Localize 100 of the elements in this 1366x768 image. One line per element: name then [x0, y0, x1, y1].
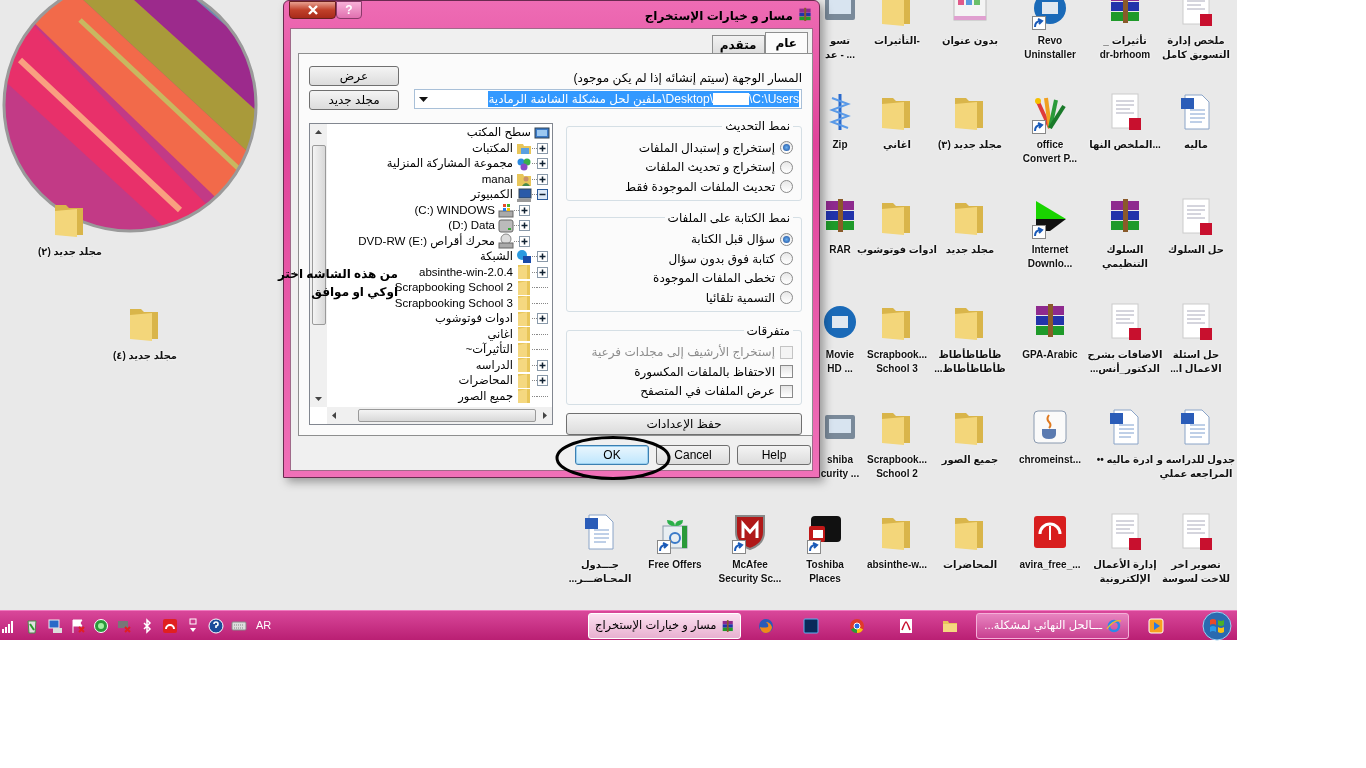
desktop-icon-label[interactable]: ادوات فوتوشوب [857, 243, 937, 257]
network-computer-icon[interactable] [47, 617, 63, 634]
expand-icon[interactable] [537, 266, 548, 278]
expand-icon[interactable] [537, 375, 548, 387]
dialog-button[interactable]: OK [575, 445, 649, 465]
desktop-icon-label[interactable]: مجلد جديد (٣) [937, 138, 1003, 152]
desktop-icon-label[interactable]: absinthe-w... [866, 558, 928, 572]
desktop-icon-label[interactable]: Toshiba Places [806, 558, 844, 586]
desktop-icon-label[interactable]: جميع الصور [941, 453, 999, 467]
radio-button[interactable] [780, 232, 793, 246]
desktop-icon-label[interactable]: Scrapbook... School 2 [867, 453, 927, 481]
language-indicator[interactable]: AR [256, 617, 272, 634]
expand-icon[interactable] [519, 204, 530, 216]
tree-item[interactable]: absinthe-win-2.0.4 [419, 263, 513, 281]
radio-button[interactable] [780, 160, 793, 174]
help-circle-icon[interactable] [208, 617, 224, 634]
desktop-icon-label[interactable]: office Convert P... [1022, 138, 1078, 166]
expand-icon[interactable] [537, 173, 548, 185]
tree-item[interactable]: ادوات فوتوشوب [434, 310, 513, 328]
desktop-icon-label[interactable]: McAfee Security Sc... [718, 558, 782, 586]
ring-icon[interactable] [93, 617, 109, 634]
collapse-icon[interactable] [537, 189, 548, 201]
desktop-icon-label[interactable]: Zip [832, 138, 848, 152]
folder-tree[interactable] [309, 123, 553, 425]
expand-icon[interactable] [537, 142, 548, 154]
expand-icon[interactable] [537, 158, 548, 170]
tree-item[interactable]: مجموعة المشاركة المنزلية [386, 155, 513, 173]
cup-icon[interactable] [1030, 407, 1070, 447]
desktop-icon-label[interactable]: ملخص إدارة التسويق كامل [1162, 34, 1230, 62]
tab[interactable]: عام [764, 32, 808, 53]
save-settings-button[interactable]: حفظ الإعدادات [566, 413, 802, 435]
desktop-icon-label[interactable]: تصوير اخر للاخت لسوسة [1162, 558, 1230, 586]
tree-item[interactable]: سطح المكتب [466, 124, 531, 142]
close-button[interactable] [289, 1, 336, 19]
desktop-icon-label[interactable]: مجلد جديد [945, 243, 995, 257]
view-button[interactable]: عرض [309, 66, 399, 86]
desktop-icon-label[interactable]: بدون عنوان [941, 34, 999, 48]
desktop-icon-label[interactable]: السلوك التنظيمي [1102, 243, 1148, 271]
recycle-bin-icon[interactable] [24, 617, 40, 634]
expand-icon[interactable] [537, 313, 548, 325]
taskbar-button[interactable]: ـــالحل النهائي لمشكلة... [976, 612, 1129, 639]
folder-icon [516, 295, 532, 312]
radio-button[interactable] [780, 180, 793, 194]
flag-error-icon[interactable] [70, 617, 86, 634]
desktop-icon-label[interactable]: حل السلوك [1168, 243, 1224, 257]
radio-button[interactable] [780, 271, 793, 285]
desktop-icon-label[interactable]: GPA-Arabic [1022, 348, 1078, 362]
desktop-icon-label[interactable]: Internet Downlo... [1027, 243, 1073, 271]
tree-item[interactable]: المحاضرات [458, 372, 513, 390]
tree-item[interactable]: manal [481, 170, 513, 188]
dialog-button[interactable]: Cancel [656, 445, 730, 465]
expand-icon[interactable] [537, 251, 548, 263]
horizontal-scrollbar[interactable] [327, 407, 552, 424]
desktop-icon-label[interactable]: Revo Uninstaller [1024, 34, 1076, 62]
desktop-icon-label[interactable]: shiba curity ... [820, 453, 860, 481]
radio-button[interactable] [780, 252, 793, 266]
tree-item[interactable]: محرك أقراص DVD-RW (E:) [358, 232, 495, 250]
desktop-icon-label[interactable]: حل اسئلة الاعمال ا... [1170, 348, 1222, 376]
desktop-icon-label[interactable]: جـــدول المحـاضـــر... [568, 558, 632, 586]
desktop-icon-label[interactable]: إدارة الأعمال الإلكترونية [1093, 558, 1157, 586]
desktop-icon-label[interactable]: اغاني [883, 138, 911, 152]
tree-item[interactable]: الشبكة [480, 248, 513, 266]
desktop-icon-label[interactable]: تأثيرات _ dr-brhoom [1099, 34, 1151, 62]
desktop-icon-label[interactable]: ماليه [1184, 138, 1208, 152]
desktop-icon-label[interactable]: Movie HD ... [825, 348, 855, 376]
desktop-icon-label[interactable]: Scrapbook... School 3 [867, 348, 927, 376]
tree-item[interactable]: (C:) WINDOWS [414, 201, 495, 219]
desktop-icon-label[interactable]: avira_free_... [1019, 558, 1081, 572]
desktop-icon-label[interactable]: تسو ... - عد [825, 34, 855, 62]
tree-item[interactable]: المكتبات [472, 139, 513, 157]
scrollbar-thumb[interactable] [358, 409, 536, 422]
radio-button[interactable] [780, 141, 793, 155]
expand-icon[interactable] [519, 220, 530, 232]
radio-button[interactable] [780, 291, 793, 305]
tree-item[interactable]: الدراسه [475, 356, 513, 374]
desktop-icon-label[interactable]: المحاضرات [942, 558, 998, 572]
checkbox[interactable] [780, 365, 793, 379]
desktop-icon-label[interactable]: الاضافات بشرح الدكتور_أنس... [1087, 348, 1163, 376]
tree-item[interactable]: الكمبيوتر [470, 186, 513, 204]
new-folder-button[interactable]: مجلد جديد [309, 90, 399, 110]
tab[interactable]: متقدم [711, 35, 765, 53]
desktop-icon-label[interactable]: -التأثيرات [874, 34, 920, 48]
desktop-icon-label[interactable]: chromeinst... [1018, 453, 1082, 467]
tree-item[interactable]: اغاني [487, 325, 513, 343]
checkbox[interactable] [780, 384, 793, 398]
taskbar-button[interactable]: مسار و خيارات الإستخراج [588, 612, 741, 639]
tree-item[interactable]: جميع الصور [458, 387, 513, 405]
desktop-icon-label[interactable]: ...الملخص النها [1089, 138, 1161, 152]
desktop-icon-label[interactable]: جدول للدراسه و المراجعه عملي [1156, 453, 1236, 481]
desktop-icon-label[interactable]: مجلد جديد (٤) [112, 349, 178, 363]
desktop-icon-label[interactable]: مجلد جديد (٢) [37, 245, 103, 259]
expand-icon[interactable] [519, 235, 530, 247]
desktop-icon-label[interactable]: RAR [829, 243, 851, 257]
expand-icon[interactable] [537, 359, 548, 371]
tree-item[interactable]: التأثيرآت~ [465, 341, 513, 359]
desktop-icon-label[interactable]: Free Offers [648, 558, 702, 572]
desktop-icon-label[interactable]: ظأطاظأطاظ ظأطاظأطاظ... [934, 348, 1006, 376]
desktop-icon-label[interactable]: ادرة ماليه •• [1096, 453, 1154, 467]
dialog-button[interactable]: Help [737, 445, 811, 465]
umbrella-icon[interactable] [162, 617, 178, 634]
